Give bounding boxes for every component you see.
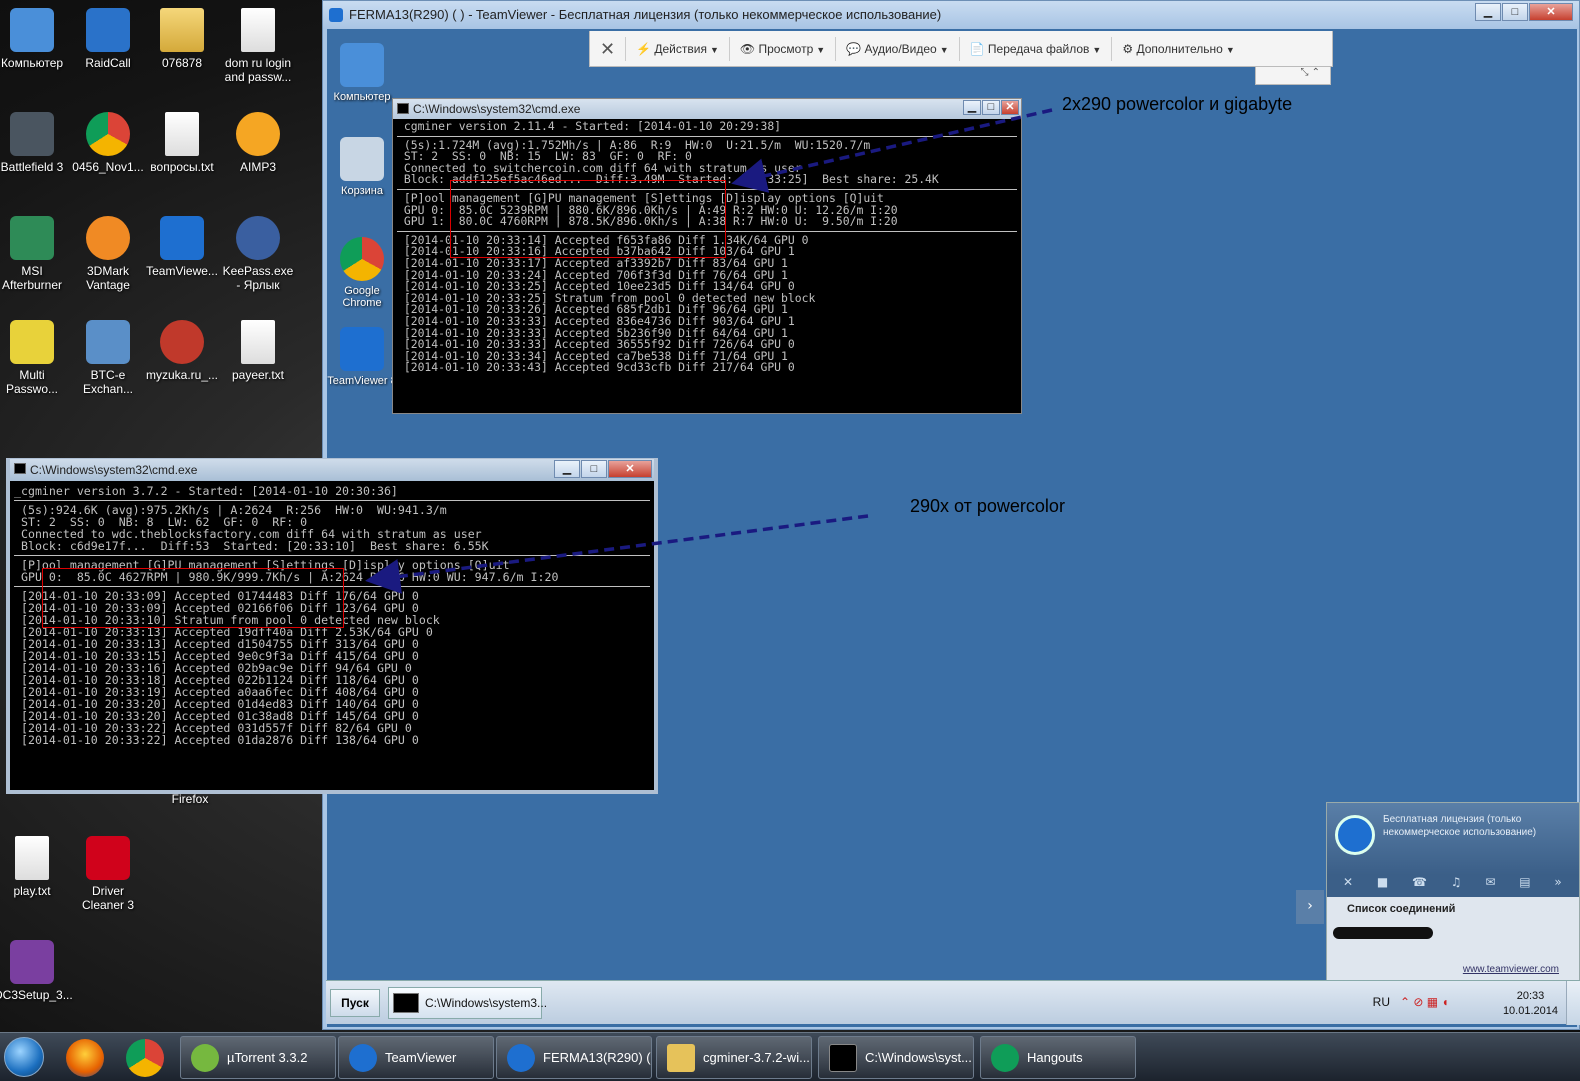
taskbar-task-label: cgminer-3.7.2-wi... [703, 1050, 810, 1065]
remote-clock-date: 10.01.2014 [1502, 1005, 1558, 1017]
folder-icon [667, 1044, 695, 1072]
taskbar-task[interactable]: µTorrent 3.3.2 [180, 1036, 336, 1079]
remote-clock-time: 20:33 [1516, 990, 1545, 1002]
cmd-icon [393, 993, 419, 1013]
start-orb[interactable] [4, 1037, 44, 1077]
tv-panel-license: Бесплатная лицензия (только некоммерческ… [1383, 814, 1537, 838]
firefox-icon[interactable] [66, 1039, 104, 1077]
remote-taskbar: Пуск C:\Windows\system3... RU ⌃ ⊘ ▦ ◖ 20… [326, 980, 1580, 1025]
cmd-icon [829, 1044, 857, 1072]
taskbar-task[interactable]: TeamViewer [338, 1036, 494, 1079]
tv-panel-header: Бесплатная лицензия (только некоммерческ… [1327, 803, 1579, 875]
chrome-icon[interactable] [126, 1039, 164, 1077]
utorrent-icon [191, 1044, 219, 1072]
teamviewer-link[interactable]: www.teamviewer.com [1463, 964, 1559, 975]
hangouts-icon [991, 1044, 1019, 1072]
remote-task-cmd-label: C:\Windows\system3... [425, 996, 548, 1010]
tv-panel-toggle[interactable]: › [1296, 890, 1324, 924]
tray-icons[interactable]: ⌃ ⊘ ▦ ◖ [1400, 995, 1500, 1009]
teamviewer-icon [349, 1044, 377, 1072]
arrow-bottom [365, 514, 869, 594]
remote-task-cmd[interactable]: C:\Windows\system3... [388, 987, 547, 1019]
taskbar-task[interactable]: Hangouts [980, 1036, 1136, 1079]
remote-clock[interactable]: 20:33 10.01.2014 [1503, 989, 1558, 1019]
teamviewer-side-panel: Бесплатная лицензия (только некоммерческ… [1326, 802, 1580, 982]
taskbar: µTorrent 3.3.2 TeamViewer FERMA13(R290) (.… [0, 1032, 1580, 1081]
taskbar-task-label: FERMA13(R290) (... [543, 1050, 652, 1065]
taskbar-task[interactable]: FERMA13(R290) (... [496, 1036, 652, 1079]
taskbar-task[interactable]: C:\Windows\syst... [818, 1036, 974, 1079]
tv-panel-actions[interactable]: ✕ ■ ☎ ♫ ✉ ▤ » [1327, 875, 1579, 897]
taskbar-task-label: µTorrent 3.3.2 [227, 1050, 308, 1065]
taskbar-task-label: TeamViewer [385, 1050, 457, 1065]
teamviewer-icon [507, 1044, 535, 1072]
remote-start-button[interactable]: Пуск [330, 989, 380, 1017]
taskbar-task-label: Hangouts [1027, 1050, 1083, 1065]
teamviewer-icon [1335, 815, 1375, 855]
taskbar-task[interactable]: cgminer-3.7.2-wi... [656, 1036, 812, 1079]
connection-entry[interactable] [1333, 927, 1433, 939]
connection-list-title: Список соединений [1347, 903, 1456, 915]
arrow-top [731, 108, 1053, 193]
show-desktop-button[interactable] [1566, 981, 1580, 1025]
taskbar-task-label: C:\Windows\syst... [865, 1050, 972, 1065]
language-indicator[interactable]: RU [1373, 995, 1390, 1009]
